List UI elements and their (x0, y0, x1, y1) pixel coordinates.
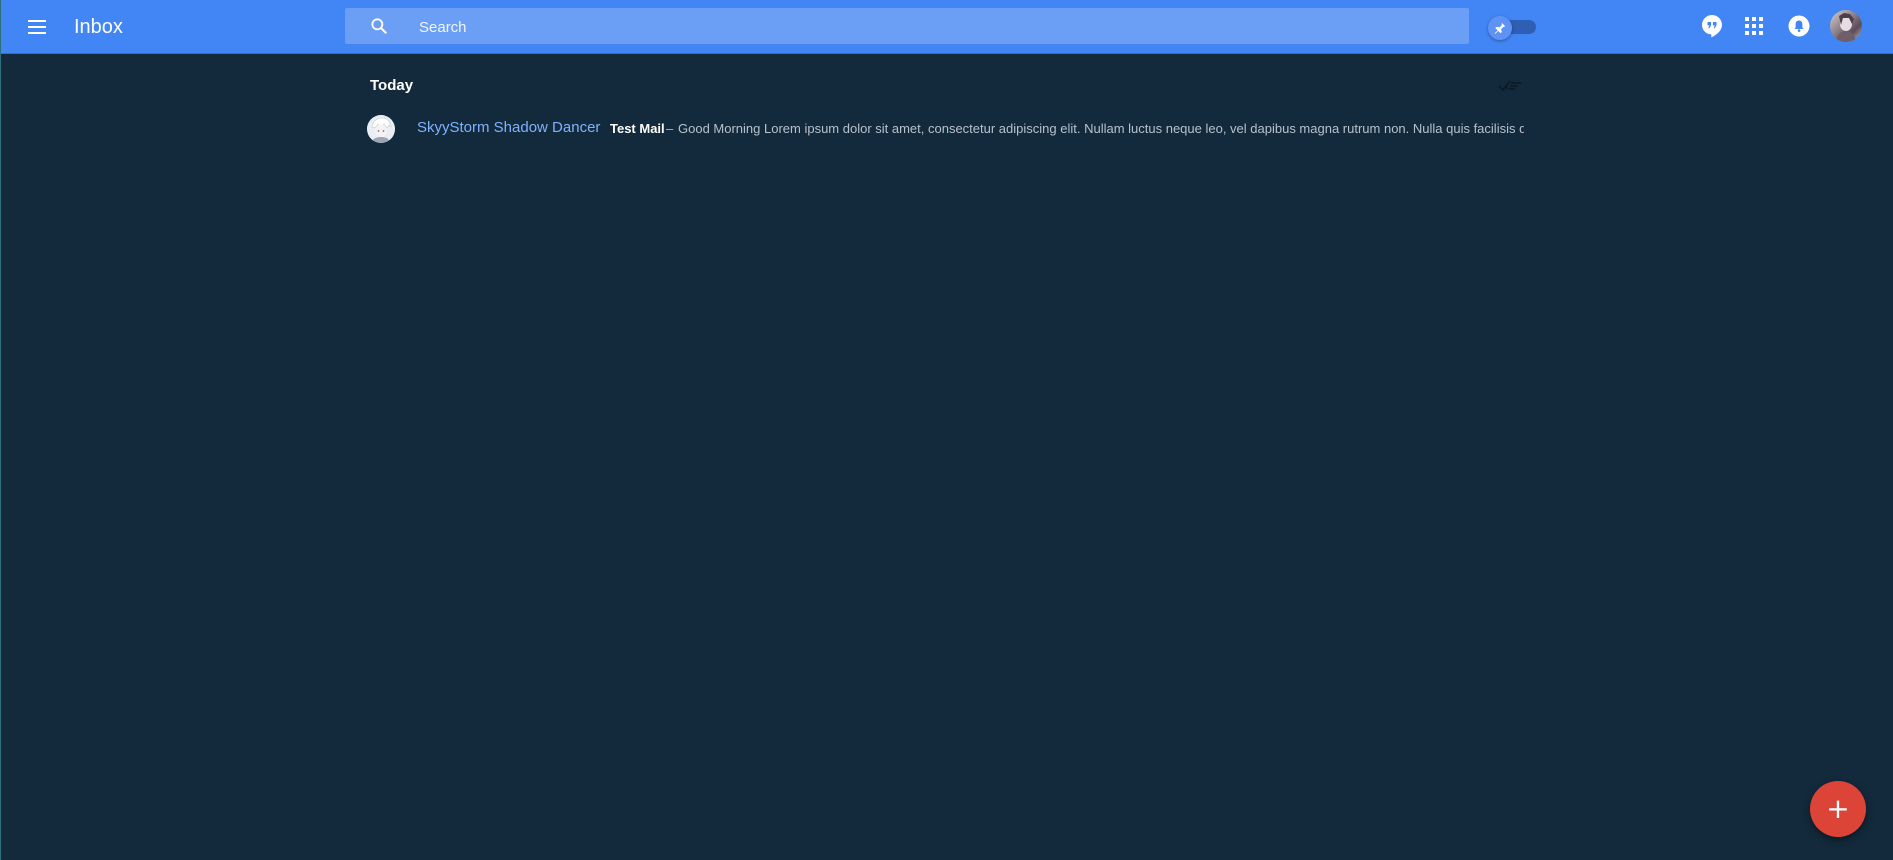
plus-icon: + (1826, 792, 1850, 825)
search-input[interactable] (417, 8, 1421, 46)
search-icon[interactable] (369, 16, 389, 36)
hangouts-icon[interactable] (1699, 13, 1725, 39)
mail-row[interactable]: SkyyStorm Shadow Dancer Test Mail – Good… (365, 112, 1524, 146)
mail-snippet: Good Morning Lorem ipsum dolor sit amet,… (678, 121, 1524, 136)
pin-toggle[interactable] (1488, 16, 1536, 40)
account-avatar[interactable] (1830, 10, 1862, 42)
inbox-page: Inbox Search Today SkyyStorm Shadow Danc… (0, 0, 1893, 860)
page-title: Inbox (74, 16, 123, 38)
top-app-bar: Inbox (1, 0, 1893, 54)
sender-avatar (367, 115, 395, 143)
section-title: Today (370, 77, 414, 94)
notifications-bell-icon[interactable] (1786, 13, 1812, 39)
sender-name[interactable]: SkyyStorm Shadow Dancer (417, 119, 602, 136)
sweep-done-icon[interactable] (1497, 77, 1523, 95)
apps-grid-icon[interactable] (1741, 13, 1767, 39)
mail-subject: Test Mail (610, 121, 665, 136)
search-bar[interactable] (345, 8, 1469, 46)
menu-icon[interactable] (25, 16, 49, 38)
compose-button[interactable]: + (1810, 781, 1866, 837)
subject-snippet-separator: – (666, 121, 674, 136)
pin-icon[interactable] (1488, 16, 1512, 40)
